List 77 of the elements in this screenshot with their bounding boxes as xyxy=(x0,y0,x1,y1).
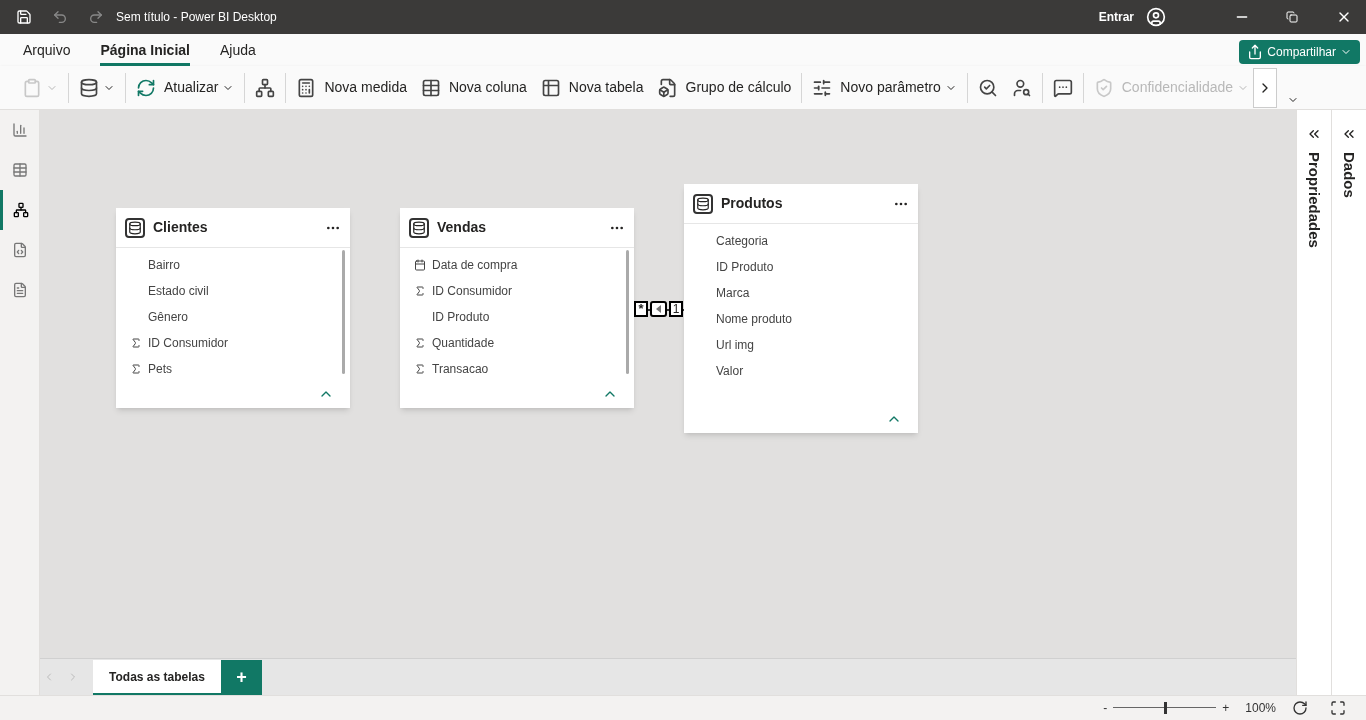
pane-title[interactable]: Dados xyxy=(1337,152,1361,198)
sigma-icon xyxy=(130,337,142,349)
sigma-icon xyxy=(414,337,426,349)
field-name[interactable]: Pets xyxy=(148,360,172,378)
ribbon-button[interactable] xyxy=(79,77,115,98)
field-name[interactable]: ID Consumidor xyxy=(432,282,513,300)
zoom-out-button[interactable]: - xyxy=(1103,699,1108,717)
pane-title[interactable]: Propriedades xyxy=(1302,152,1326,248)
field-name[interactable]: Url img xyxy=(716,336,754,354)
model-view-icon xyxy=(13,202,29,218)
field-name[interactable]: Nome produto xyxy=(716,310,793,328)
window-title: Sem título - Power BI Desktop xyxy=(116,9,277,26)
table-name: Produtos xyxy=(721,194,784,213)
field-name[interactable]: Gênero xyxy=(148,308,189,326)
user-avatar-icon[interactable] xyxy=(1146,7,1166,27)
table-icon xyxy=(540,77,561,98)
sign-in-button[interactable]: Entrar xyxy=(1098,8,1134,26)
share-button[interactable]: Compartilhar xyxy=(1239,39,1360,64)
field-name[interactable]: Transacao xyxy=(432,360,489,378)
cardinality-label: 1 xyxy=(669,301,683,317)
field-name[interactable]: ID Consumidor xyxy=(148,334,229,352)
table-icon xyxy=(693,193,713,214)
menu-tab[interactable]: Arquivo xyxy=(23,34,71,66)
sigma-icon xyxy=(414,363,426,375)
sigma-icon xyxy=(414,285,426,297)
zoom-slider[interactable] xyxy=(1113,702,1217,714)
menu-tab[interactable]: Ajuda xyxy=(219,34,256,66)
zoom-in-button[interactable]: + xyxy=(1222,699,1230,717)
table-name: Vendas xyxy=(437,218,488,237)
save-icon[interactable] xyxy=(16,9,32,25)
restore-icon[interactable] xyxy=(1286,11,1298,23)
scrollbar[interactable] xyxy=(342,250,345,374)
field-name[interactable]: Estado civil xyxy=(148,282,209,300)
database-icon xyxy=(79,77,99,98)
ribbon-button[interactable]: Nova coluna xyxy=(420,77,527,98)
redo-icon[interactable] xyxy=(88,9,104,25)
report-view-icon xyxy=(11,122,28,138)
table-icon xyxy=(125,217,145,238)
calendar-icon xyxy=(414,259,426,271)
undo-icon[interactable] xyxy=(52,9,68,25)
field-name[interactable]: Quantidade xyxy=(432,334,495,352)
field-name[interactable]: Data de compra xyxy=(432,256,518,274)
ribbon-button[interactable]: Atualizar xyxy=(136,77,235,98)
fit-to-screen-icon[interactable] xyxy=(1330,700,1346,716)
field-name[interactable]: ID Produto xyxy=(432,308,490,326)
filter-direction-icon xyxy=(650,301,667,317)
field-name[interactable]: ID Produto xyxy=(716,258,774,276)
field-name[interactable]: Marca xyxy=(716,284,750,302)
scrollbar[interactable] xyxy=(626,250,629,374)
zoom-level: 100% xyxy=(1245,700,1276,717)
dax-view-icon xyxy=(11,242,28,258)
clipboard-icon xyxy=(22,77,42,98)
table-name: Clientes xyxy=(153,218,209,237)
ribbon-button[interactable]: Grupo de cálculo xyxy=(657,77,792,98)
ribbon-button[interactable]: Nova tabela xyxy=(540,77,644,98)
share-icon xyxy=(1247,43,1264,60)
table-card[interactable]: Clientes Bairro Estado civil Gênero ID Consumidor Pets xyxy=(116,208,350,408)
table-card[interactable]: Vendas Data de compra ID Consumidor ID Produto Quantidade Transacao xyxy=(400,208,634,408)
table-icon xyxy=(409,217,429,238)
table-card[interactable]: Produtos Categoria ID Produto Marca Nome produto Url img Valor xyxy=(684,184,918,433)
layout-tab[interactable]: Todas as tabelas xyxy=(93,660,221,695)
field-name[interactable]: Categoria xyxy=(716,232,769,250)
table-icon xyxy=(420,77,441,98)
sigma-icon xyxy=(130,363,142,375)
table-view-icon xyxy=(11,162,28,178)
ribbon-button[interactable]: Novo parâmetro xyxy=(812,77,957,98)
reset-icon[interactable] xyxy=(1292,700,1308,716)
cardinality-label: * xyxy=(634,301,648,317)
ribbon-button[interactable]: Nova medida xyxy=(296,77,407,98)
field-name[interactable]: Valor xyxy=(716,362,744,380)
field-name[interactable]: Bairro xyxy=(148,256,180,274)
diagram-icon xyxy=(255,77,276,98)
ribbon-button[interactable] xyxy=(255,77,276,98)
add-layout-button[interactable]: + xyxy=(221,660,262,695)
tmdl-view-icon xyxy=(11,282,28,298)
refresh-icon xyxy=(136,77,156,98)
ribbon-scroll-button[interactable] xyxy=(1253,67,1278,108)
